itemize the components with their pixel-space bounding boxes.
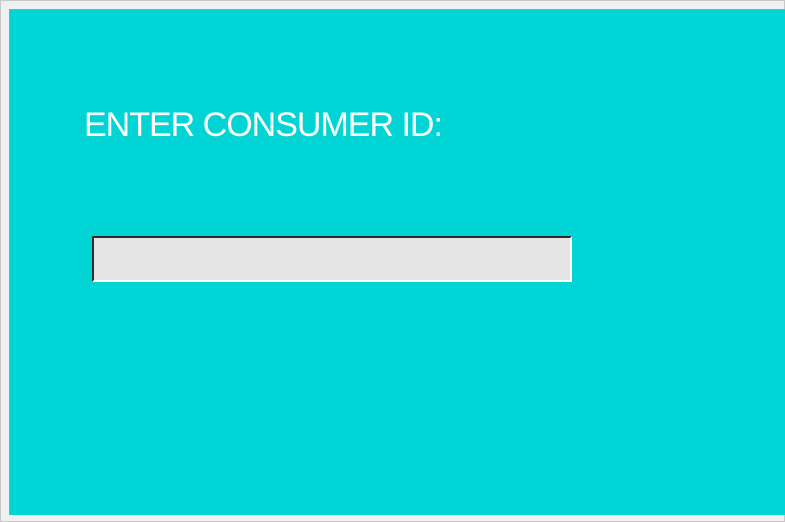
consumer-id-prompt-label: ENTER CONSUMER ID: <box>84 106 443 144</box>
consumer-id-panel: ENTER CONSUMER ID: <box>9 9 785 515</box>
window-frame: ENTER CONSUMER ID: <box>0 0 785 522</box>
consumer-id-input[interactable] <box>92 236 572 282</box>
